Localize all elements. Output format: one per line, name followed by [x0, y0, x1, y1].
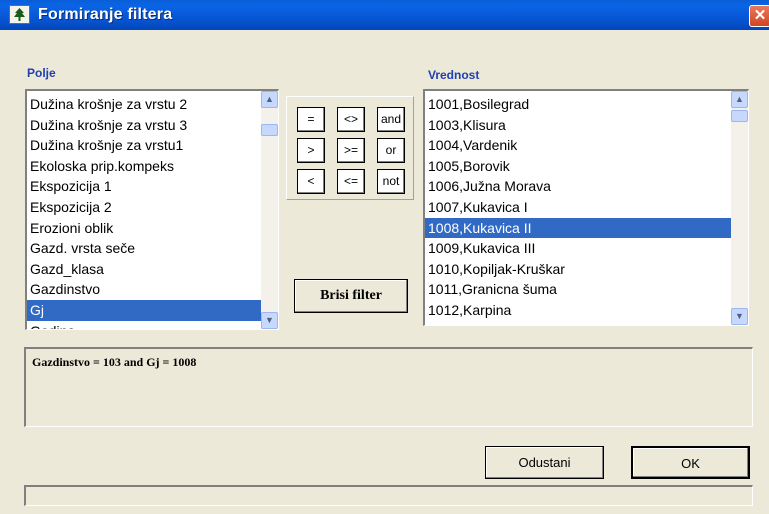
value-list-item[interactable]: 1011,Granicna šuma	[425, 279, 748, 300]
value-list-item[interactable]: 1006,Južna Morava	[425, 176, 748, 197]
scroll-up-icon[interactable]: ▲	[261, 91, 278, 108]
scroll-down-icon[interactable]: ▼	[261, 312, 278, 329]
value-list-item[interactable]: 1007,Kukavica I	[425, 197, 748, 218]
value-listbox[interactable]: 1001,Bosilegrad 1003,Klisura 1004,Vardenik…	[423, 89, 749, 326]
field-list-item[interactable]: Dužina krošnje za vrstu1	[27, 135, 278, 156]
scroll-up-icon[interactable]: ▲	[731, 91, 748, 108]
ok-button[interactable]: OK	[631, 446, 750, 479]
value-list-item[interactable]: 1012,Karpina	[425, 300, 748, 321]
field-list-item[interactable]: Gazd. vrsta seče	[27, 238, 278, 259]
value-list-item[interactable]: 1005,Borovik	[425, 156, 748, 177]
op-and-button[interactable]: and	[377, 107, 405, 132]
title-bar: Formiranje filtera ✕	[0, 0, 769, 30]
field-list-item[interactable]: Gj	[27, 299, 278, 321]
field-list-item[interactable]: Gazdinstvo	[27, 279, 278, 300]
field-list-item[interactable]: Godina	[27, 321, 278, 329]
field-list-item[interactable]: Erozioni oblik	[27, 218, 278, 239]
scroll-down-icon[interactable]: ▼	[731, 308, 748, 325]
value-list-item[interactable]: 1001,Bosilegrad	[425, 94, 748, 115]
field-label: Polje	[27, 66, 56, 80]
value-list: 1001,Bosilegrad 1003,Klisura 1004,Vardenik…	[425, 91, 748, 321]
operator-group: = <> and > >= or < <= not	[286, 96, 414, 200]
value-list-item[interactable]: 1009,Kukavica III	[425, 238, 748, 259]
close-icon: ✕	[753, 7, 767, 24]
field-list-item[interactable]: Ekspozicija 2	[27, 197, 278, 218]
field-listbox[interactable]: Dužina krošnje za vrstu 2 Dužina krošnje …	[25, 89, 279, 330]
field-list-item[interactable]: Ekoloska prip.kompeks	[27, 156, 278, 177]
status-bar	[24, 485, 753, 506]
op-greater-button[interactable]: >	[297, 138, 325, 163]
op-less-button[interactable]: <	[297, 169, 325, 194]
scroll-thumb[interactable]	[731, 110, 748, 122]
field-list: Dužina krošnje za vrstu 2 Dužina krošnje …	[27, 91, 278, 329]
value-scrollbar[interactable]: ▲ ▼	[731, 91, 748, 325]
filter-expression-box: Gazdinstvo = 103 and Gj = 1008	[24, 347, 753, 427]
tree-icon[interactable]	[9, 5, 30, 24]
window-title: Formiranje filtera	[38, 6, 173, 23]
field-list-item[interactable]: Dužina krošnje za vrstu 3	[27, 115, 278, 136]
field-scrollbar[interactable]: ▲ ▼	[261, 91, 278, 329]
op-greater-equal-button[interactable]: >=	[337, 138, 365, 163]
filter-expression: Gazdinstvo = 103 and Gj = 1008	[32, 355, 197, 369]
value-list-item[interactable]: 1008,Kukavica II	[425, 217, 748, 239]
op-less-equal-button[interactable]: <=	[337, 169, 365, 194]
op-not-equals-button[interactable]: <>	[337, 107, 365, 132]
cancel-button[interactable]: Odustani	[485, 446, 604, 479]
field-list-item[interactable]: Gazd_klasa	[27, 259, 278, 280]
op-equals-button[interactable]: =	[297, 107, 325, 132]
field-list-item[interactable]: Ekspozicija 1	[27, 176, 278, 197]
op-or-button[interactable]: or	[377, 138, 405, 163]
scroll-thumb[interactable]	[261, 124, 278, 136]
value-label: Vrednost	[428, 68, 480, 82]
value-list-item[interactable]: 1003,Klisura	[425, 115, 748, 136]
op-not-button[interactable]: not	[377, 169, 405, 194]
value-list-item[interactable]: 1010,Kopiljak-Kruškar	[425, 259, 748, 280]
close-button[interactable]: ✕	[749, 5, 769, 27]
field-list-item[interactable]: Dužina krošnje za vrstu 2	[27, 94, 278, 115]
value-list-item[interactable]: 1004,Vardenik	[425, 135, 748, 156]
clear-filter-button[interactable]: Brisi filter	[294, 279, 408, 313]
